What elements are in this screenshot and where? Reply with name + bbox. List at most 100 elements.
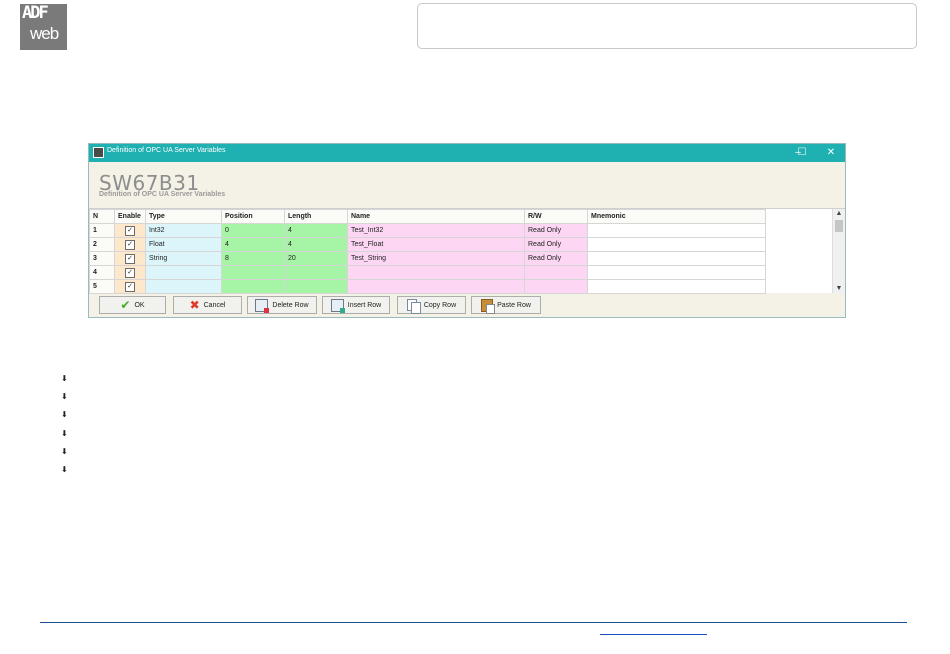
delete-row-label: Delete Row <box>272 301 309 309</box>
footer-link[interactable] <box>600 634 707 635</box>
enable-checkbox[interactable]: ✓ <box>125 281 135 292</box>
col-header-position: Position <box>221 209 285 224</box>
row-number-cell: 5 <box>89 279 115 294</box>
type-cell[interactable]: Int32 <box>145 223 222 238</box>
table-row[interactable]: 5 ✓ <box>89 279 766 294</box>
close-button[interactable]: ✕ <box>824 146 838 159</box>
variables-table: N Enable Type Position Length Name R/W M… <box>89 209 766 294</box>
insert-row-label: Insert Row <box>347 301 382 309</box>
enable-cell[interactable]: ✓ <box>114 251 146 266</box>
checkmark-icon: ✔ <box>120 298 131 312</box>
paste-row-label: Paste Row <box>497 301 531 309</box>
type-cell[interactable] <box>145 279 222 294</box>
enable-cell[interactable]: ✓ <box>114 237 146 252</box>
length-cell[interactable] <box>284 279 348 294</box>
copy-icon <box>406 298 421 314</box>
copy-row-label: Copy Row <box>423 301 457 309</box>
row-number-cell: 1 <box>89 223 115 238</box>
scroll-down-icon[interactable]: ▼ <box>833 285 845 292</box>
table-header-row: N Enable Type Position Length Name R/W M… <box>89 209 766 224</box>
mnemonic-cell[interactable] <box>587 223 766 238</box>
paste-row-button[interactable]: Paste Row <box>471 296 541 314</box>
name-cell[interactable] <box>347 279 525 294</box>
mnemonic-cell[interactable] <box>587 279 766 294</box>
paste-icon <box>481 298 496 314</box>
position-cell[interactable]: 4 <box>221 237 285 252</box>
enable-checkbox[interactable]: ✓ <box>125 267 135 278</box>
rw-cell[interactable]: Read Only <box>524 223 588 238</box>
length-cell[interactable]: 4 <box>284 237 348 252</box>
position-cell[interactable]: 0 <box>221 223 285 238</box>
table-row[interactable]: 2 ✓ Float 4 4 Test_Float Read Only <box>89 237 766 252</box>
ok-label: OK <box>134 301 145 309</box>
cancel-button[interactable]: ✖ Cancel <box>173 296 242 314</box>
copy-row-button[interactable]: Copy Row <box>397 296 466 314</box>
insert-row-button[interactable]: Insert Row <box>322 296 390 314</box>
maximize-button[interactable]: ☐ <box>795 146 809 159</box>
bullet-arrow-icon: ⬇ <box>61 410 68 419</box>
button-bar: ✔ OK ✖ Cancel Delete Row Insert Row Copy… <box>89 293 845 317</box>
cancel-label: Cancel <box>203 301 226 309</box>
ok-button[interactable]: ✔ OK <box>99 296 166 314</box>
enable-checkbox[interactable]: ✓ <box>125 225 135 236</box>
bullet-arrow-icon: ⬇ <box>61 374 68 383</box>
bullet-arrow-icon: ⬇ <box>61 392 68 401</box>
bullet-arrow-icon: ⬇ <box>61 447 68 456</box>
window-title: Definition of OPC UA Server Variables <box>107 147 226 154</box>
name-cell[interactable] <box>347 265 525 280</box>
insert-row-icon <box>330 298 345 313</box>
length-cell[interactable]: 20 <box>284 251 348 266</box>
col-header-length: Length <box>284 209 348 224</box>
table-row[interactable]: 4 ✓ <box>89 265 766 280</box>
position-cell[interactable]: 8 <box>221 251 285 266</box>
length-cell[interactable]: 4 <box>284 223 348 238</box>
mnemonic-cell[interactable] <box>587 251 766 266</box>
logo-line1: ADF <box>22 3 49 23</box>
col-header-enable: Enable <box>114 209 146 224</box>
adfweb-logo: ADF web <box>20 3 67 50</box>
mnemonic-cell[interactable] <box>587 237 766 252</box>
scroll-thumb[interactable] <box>835 220 843 232</box>
length-cell[interactable] <box>284 265 348 280</box>
variables-grid: N Enable Type Position Length Name R/W M… <box>89 208 845 294</box>
mnemonic-cell[interactable] <box>587 265 766 280</box>
col-header-mnemonic: Mnemonic <box>587 209 766 224</box>
enable-checkbox[interactable]: ✓ <box>125 253 135 264</box>
header-box <box>417 3 917 49</box>
name-cell[interactable]: Test_Float <box>347 237 525 252</box>
rw-cell[interactable] <box>524 279 588 294</box>
type-cell[interactable]: Float <box>145 237 222 252</box>
name-cell[interactable]: Test_Int32 <box>347 223 525 238</box>
row-number-cell: 4 <box>89 265 115 280</box>
enable-cell[interactable]: ✓ <box>114 265 146 280</box>
col-header-rw: R/W <box>524 209 588 224</box>
app-icon <box>93 147 104 158</box>
scroll-up-icon[interactable]: ▲ <box>833 210 845 217</box>
logo-line2: web <box>30 24 59 43</box>
table-row[interactable]: 1 ✓ Int32 0 4 Test_Int32 Read Only <box>89 223 766 238</box>
type-cell[interactable]: String <box>145 251 222 266</box>
name-cell[interactable]: Test_String <box>347 251 525 266</box>
type-cell[interactable] <box>145 265 222 280</box>
rw-cell[interactable]: Read Only <box>524 251 588 266</box>
rw-cell[interactable] <box>524 265 588 280</box>
col-header-type: Type <box>145 209 222 224</box>
row-number-cell: 3 <box>89 251 115 266</box>
enable-checkbox[interactable]: ✓ <box>125 239 135 250</box>
row-number-cell: 2 <box>89 237 115 252</box>
rw-cell[interactable]: Read Only <box>524 237 588 252</box>
enable-cell[interactable]: ✓ <box>114 223 146 238</box>
bullet-arrow-icon: ⬇ <box>61 429 68 438</box>
position-cell[interactable] <box>221 265 285 280</box>
grid-scrollbar[interactable]: ▲ ▼ <box>832 209 845 293</box>
position-cell[interactable] <box>221 279 285 294</box>
col-header-n: N <box>89 209 115 224</box>
enable-cell[interactable]: ✓ <box>114 279 146 294</box>
footer-divider <box>40 622 907 623</box>
delete-row-icon <box>255 298 270 313</box>
window-subheading: Definition of OPC UA Server Variables <box>99 191 226 198</box>
table-row[interactable]: 3 ✓ String 8 20 Test_String Read Only <box>89 251 766 266</box>
bullet-arrow-icon: ⬇ <box>61 465 68 474</box>
delete-row-button[interactable]: Delete Row <box>247 296 317 314</box>
opcua-variables-window: Definition of OPC UA Server Variables – … <box>88 143 846 318</box>
